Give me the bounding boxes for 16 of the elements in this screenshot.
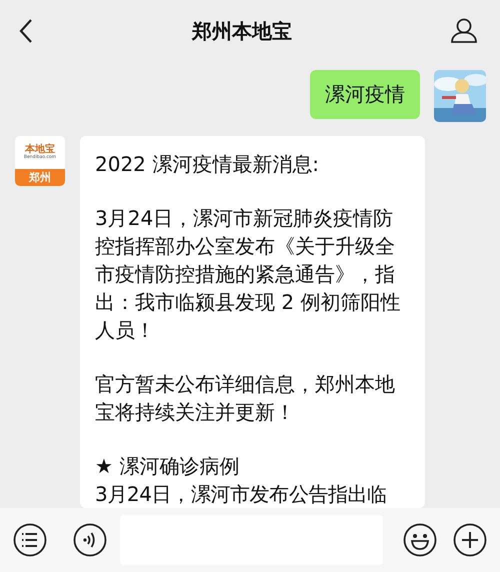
chat-title: 郑州本地宝 xyxy=(192,18,292,44)
emoji-icon[interactable] xyxy=(403,523,437,557)
message-paragraph: 3月24日，漯河市发布公告指出临 xyxy=(95,481,388,508)
voice-icon[interactable] xyxy=(73,523,107,557)
logo-text: 本地宝 xyxy=(25,144,55,155)
logo-city: 郑州 xyxy=(15,169,65,186)
message-paragraph: 3月24日，漯河市新冠肺炎疫情防控指挥部办公室发布《关于升级全市疫情防控措施的紧急通告》，指出：我市临颍县发现 2 例初筛阳性人员！ xyxy=(95,205,402,344)
message-heading: ★ 漯河确诊病例 xyxy=(95,453,240,480)
message-paragraph: 官方暂未公布详细信息，郑州本地宝将持续关注并更新！ xyxy=(95,371,396,426)
back-icon xyxy=(18,18,34,44)
add-icon[interactable] xyxy=(453,523,487,557)
menu-icon[interactable] xyxy=(13,523,47,557)
profile-icon[interactable] xyxy=(450,18,478,44)
back-button[interactable] xyxy=(18,18,34,44)
sent-message: 漯河疫情 xyxy=(310,70,420,119)
message-paragraph: 2022 漯河疫情最新消息: xyxy=(95,151,320,178)
